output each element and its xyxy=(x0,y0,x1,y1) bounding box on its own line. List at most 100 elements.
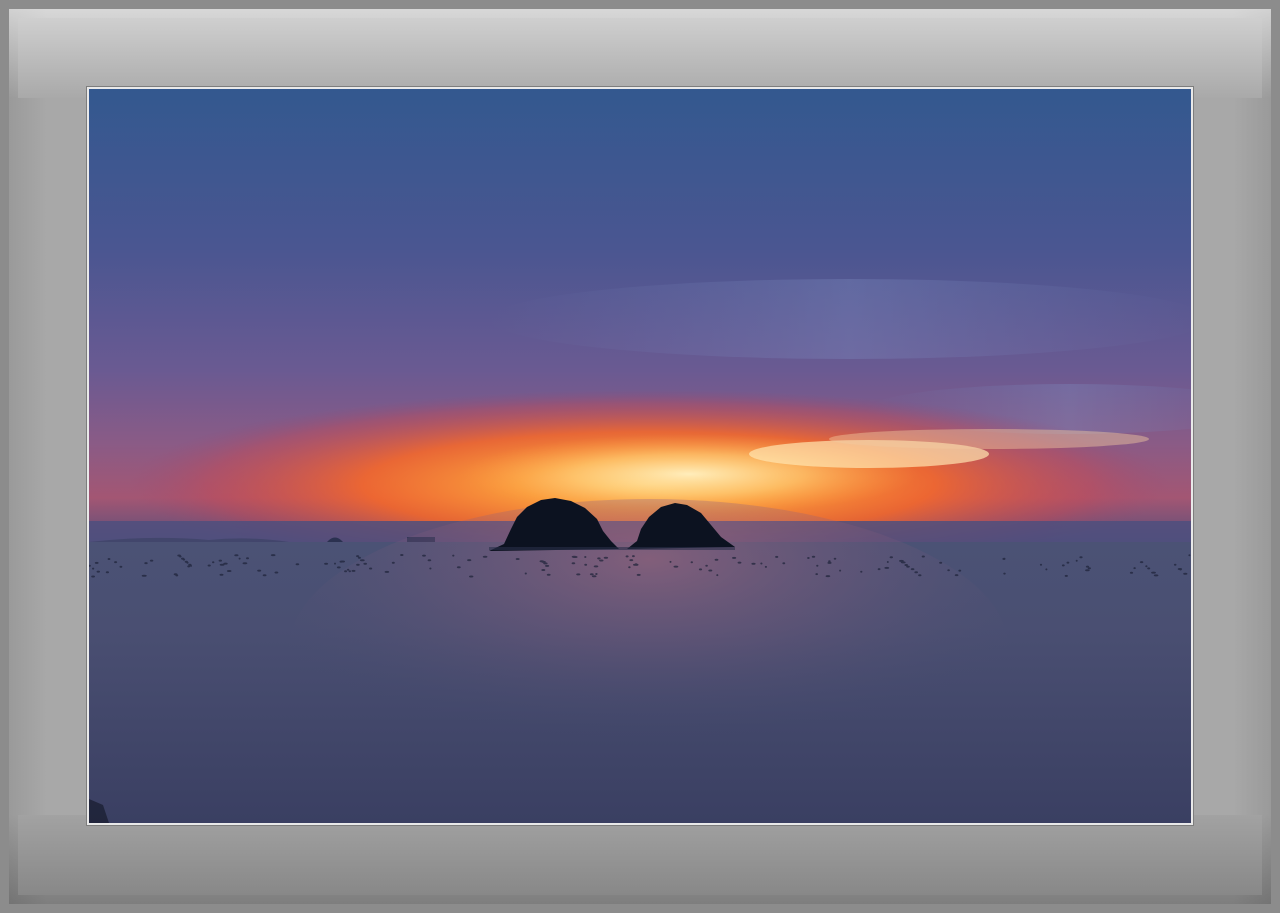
buoy xyxy=(219,573,224,576)
buoy xyxy=(467,559,472,562)
buoy xyxy=(571,555,577,558)
buoy xyxy=(218,559,222,562)
buoy xyxy=(1183,572,1188,575)
buoy xyxy=(1079,556,1083,559)
buoy xyxy=(1145,565,1148,568)
buoy xyxy=(886,561,889,563)
buoy xyxy=(295,563,300,566)
buoy xyxy=(96,570,100,573)
frame-bottom-bevel xyxy=(18,815,1262,895)
buoy xyxy=(918,574,922,577)
buoy xyxy=(760,562,763,565)
buoy xyxy=(429,567,432,570)
buoy xyxy=(589,573,594,576)
buoy xyxy=(732,556,737,559)
buoy xyxy=(356,555,360,558)
buoy xyxy=(545,564,550,567)
buoy xyxy=(515,558,520,560)
buoy xyxy=(947,569,950,572)
buoy xyxy=(1045,568,1048,571)
buoy xyxy=(363,562,368,565)
buoy xyxy=(1129,571,1134,574)
buoy xyxy=(1133,567,1136,570)
buoy xyxy=(422,554,426,557)
buoy xyxy=(571,562,576,565)
buoy xyxy=(597,557,601,560)
buoy xyxy=(546,573,551,576)
buoy xyxy=(144,562,148,565)
island-shoreline xyxy=(489,547,735,550)
buoy xyxy=(179,555,182,558)
buoy xyxy=(698,568,703,571)
buoy xyxy=(346,568,350,571)
buoy xyxy=(1139,561,1144,564)
buoy xyxy=(186,561,189,564)
buoy xyxy=(958,569,962,572)
buoy xyxy=(324,562,329,565)
buoy xyxy=(105,571,109,574)
buoy xyxy=(182,558,186,561)
buoy xyxy=(391,561,395,564)
buoy xyxy=(669,560,672,563)
buoy xyxy=(175,574,179,577)
buoy xyxy=(877,568,881,571)
buoy xyxy=(751,562,756,565)
buoy xyxy=(884,566,890,569)
buoy xyxy=(782,562,786,565)
buoy xyxy=(384,570,390,573)
buoy xyxy=(114,561,118,564)
photo-scene xyxy=(89,89,1191,823)
buoy xyxy=(1179,568,1182,571)
buoy xyxy=(469,575,474,578)
buoy xyxy=(690,561,693,564)
buoy xyxy=(257,569,262,572)
buoy xyxy=(593,565,599,568)
buoy xyxy=(482,555,488,558)
buoy xyxy=(900,561,906,564)
buoy xyxy=(223,562,228,565)
buoy xyxy=(1087,567,1091,570)
buoy xyxy=(1064,574,1068,577)
buoy xyxy=(190,564,192,567)
buoy xyxy=(628,566,631,569)
buoy xyxy=(839,569,842,572)
buoy xyxy=(336,566,341,569)
buoy xyxy=(775,555,779,558)
buoy xyxy=(348,570,351,573)
buoy xyxy=(1066,561,1070,564)
buoy xyxy=(92,567,95,570)
buoy xyxy=(599,559,604,562)
buoy xyxy=(828,560,831,563)
buoy xyxy=(1061,564,1065,567)
buoy xyxy=(914,571,918,574)
buoy xyxy=(543,562,548,565)
buoy xyxy=(262,574,267,577)
buoy xyxy=(595,573,598,575)
buoy xyxy=(234,554,239,557)
buoy xyxy=(1147,567,1151,570)
buoy xyxy=(452,554,455,557)
buoy xyxy=(1039,563,1043,566)
buoy xyxy=(400,554,404,556)
buoy xyxy=(141,574,147,577)
buoy xyxy=(636,573,641,576)
buoy xyxy=(1003,572,1006,575)
buoy xyxy=(524,572,527,575)
buoy xyxy=(334,562,336,565)
buoy xyxy=(1188,554,1191,557)
buoy xyxy=(242,562,248,565)
buoy xyxy=(238,557,241,560)
buoy xyxy=(270,554,276,557)
buoy xyxy=(339,560,343,563)
buoy xyxy=(359,559,365,562)
buoy xyxy=(632,555,635,558)
buoy xyxy=(954,574,959,577)
buoy xyxy=(673,565,679,568)
buoy xyxy=(1075,559,1078,562)
buoy xyxy=(815,573,818,576)
buoy xyxy=(226,570,232,572)
buoy xyxy=(1173,563,1177,566)
buoy xyxy=(939,561,943,564)
buoy xyxy=(94,561,99,564)
buoy xyxy=(629,559,634,562)
